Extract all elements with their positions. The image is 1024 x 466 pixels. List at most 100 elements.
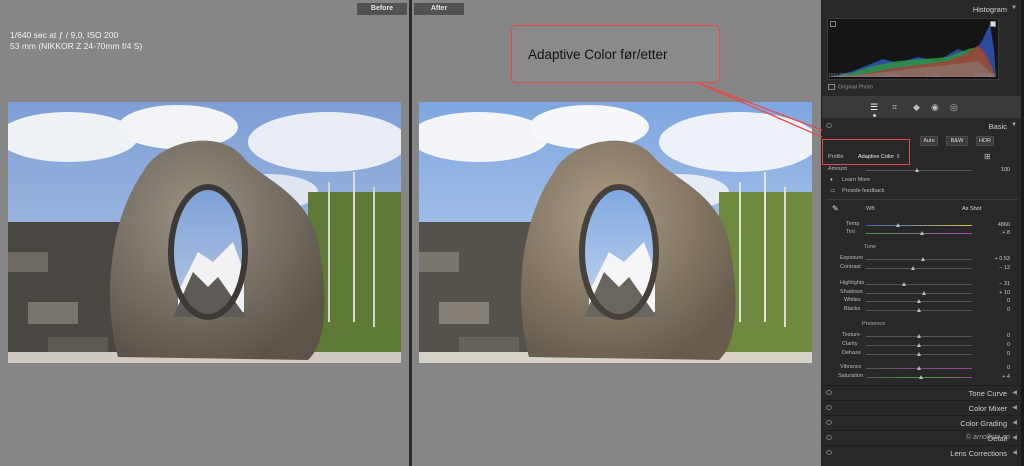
- wb-label: WB: [866, 206, 875, 212]
- texture-slider-thumb[interactable]: [917, 334, 921, 338]
- contrast-value[interactable]: − 12: [999, 265, 1010, 271]
- eyedropper-icon[interactable]: ✎: [832, 204, 839, 213]
- temp-slider-thumb[interactable]: [896, 223, 900, 227]
- before-view: Before 1/640 sec at ƒ / 9,0, ISO 200 53 …: [0, 0, 409, 466]
- expand-triangle-icon: ◀: [1012, 420, 1017, 426]
- highlights-value[interactable]: − 31: [999, 281, 1010, 287]
- clarity-slider-thumb[interactable]: [917, 343, 921, 347]
- saturation-slider-thumb[interactable]: [919, 375, 923, 379]
- original-photo-toggle[interactable]: Original Photo: [828, 84, 873, 90]
- after-photo: [419, 102, 812, 363]
- visibility-eye-icon[interactable]: [826, 435, 832, 440]
- histogram-header[interactable]: Histogram ▼: [822, 2, 1021, 16]
- clarity-value[interactable]: 0: [1007, 342, 1010, 348]
- tint-value[interactable]: + 8: [1002, 230, 1010, 236]
- temp-label: Temp: [846, 221, 860, 227]
- edit-sliders-icon[interactable]: ☰: [870, 102, 878, 113]
- dehaze-label: Dehaze: [842, 350, 861, 356]
- clarity-label: Clarity: [842, 341, 858, 347]
- temp-value[interactable]: 4860: [998, 222, 1010, 228]
- section-divider: [826, 199, 1018, 200]
- exif-lens: 53 mm (NIKKOR Z 24-70mm f/4 S): [10, 41, 143, 51]
- provide-feedback-link[interactable]: Provide feedback: [842, 188, 885, 194]
- contrast-slider-thumb[interactable]: [911, 266, 915, 270]
- expand-triangle-icon: ◀: [1012, 405, 1017, 411]
- blacks-slider[interactable]: [866, 308, 972, 312]
- visibility-eye-icon[interactable]: [826, 123, 832, 128]
- bw-button[interactable]: B&W: [946, 136, 968, 146]
- shadows-value[interactable]: + 10: [999, 290, 1010, 296]
- wb-dropdown[interactable]: As Shot: [962, 206, 981, 212]
- color-mixer-header[interactable]: Color Mixer ◀: [822, 400, 1021, 414]
- histo-iso: ISO 200: [829, 73, 848, 79]
- dehaze-slider-thumb[interactable]: [917, 352, 921, 356]
- exposure-slider-thumb[interactable]: [921, 257, 925, 261]
- dehaze-slider[interactable]: [866, 352, 972, 356]
- profile-highlight-box: [822, 139, 910, 165]
- dehaze-value[interactable]: 0: [1007, 351, 1010, 357]
- highlights-slider[interactable]: [866, 282, 972, 286]
- presence-label: Presence: [862, 321, 886, 327]
- lightbulb-icon: ♦: [830, 177, 833, 183]
- visibility-eye-icon[interactable]: [826, 450, 832, 455]
- temp-slider[interactable]: [866, 223, 972, 227]
- exif-overlay: 1/640 sec at ƒ / 9,0, ISO 200 53 mm (NIK…: [10, 30, 142, 52]
- whites-slider[interactable]: [866, 299, 972, 303]
- hdr-button[interactable]: HDR: [976, 136, 994, 146]
- basic-header[interactable]: Basic ▼: [822, 119, 1021, 133]
- histo-aperture: f / 9,0: [927, 73, 940, 79]
- color-grading-header[interactable]: Color Grading ◀: [822, 415, 1021, 429]
- contrast-slider[interactable]: [866, 266, 972, 270]
- blacks-slider-thumb[interactable]: [917, 308, 921, 312]
- texture-slider[interactable]: [866, 334, 972, 338]
- whites-value[interactable]: 0: [1007, 298, 1010, 304]
- visibility-eye-icon[interactable]: [826, 420, 832, 425]
- whites-slider-thumb[interactable]: [917, 299, 921, 303]
- tone-curve-header[interactable]: Tone Curve ◀: [822, 385, 1021, 399]
- lens-corrections-title: Lens Corrections: [950, 449, 1007, 458]
- before-label: Before: [357, 3, 407, 15]
- red-eye-icon[interactable]: ◉: [931, 102, 939, 113]
- clarity-slider[interactable]: [866, 343, 972, 347]
- blacks-label: Blacks: [844, 306, 861, 312]
- vibrance-slider-thumb[interactable]: [917, 366, 921, 370]
- amount-value[interactable]: 100: [1001, 167, 1010, 173]
- develop-panel: Histogram ▼ ISO 200 53 mm f / 9,0 1/640 …: [822, 0, 1024, 466]
- tint-slider[interactable]: [866, 231, 972, 235]
- texture-value[interactable]: 0: [1007, 333, 1010, 339]
- vibrance-value[interactable]: 0: [1007, 365, 1010, 371]
- histo-shutter: 1/640 sec: [974, 73, 996, 79]
- shadows-slider-thumb[interactable]: [922, 291, 926, 295]
- amount-slider-thumb[interactable]: [915, 168, 919, 172]
- color-mixer-title: Color Mixer: [968, 404, 1007, 413]
- lens-corrections-header[interactable]: Lens Corrections ◀: [822, 445, 1021, 459]
- vibrance-slider[interactable]: [866, 366, 972, 370]
- expand-triangle-icon: ◀: [1012, 390, 1017, 396]
- tool-strip: ☰ ⌗ ◆ ◉ ◎: [822, 96, 1021, 118]
- profile-browser-icon[interactable]: ⊞: [984, 152, 991, 161]
- healing-icon[interactable]: ◆: [913, 102, 920, 113]
- vibrance-label: Vibrance: [840, 364, 862, 370]
- visibility-eye-icon[interactable]: [826, 390, 832, 395]
- after-label: After: [414, 3, 464, 15]
- visibility-eye-icon[interactable]: [826, 405, 832, 410]
- exposure-value[interactable]: + 0.53: [995, 256, 1010, 262]
- texture-label: Texture: [842, 332, 861, 338]
- learn-more-link[interactable]: Learn More: [842, 177, 870, 183]
- feedback-icon: ▭: [830, 188, 836, 194]
- lightroom-window: Before 1/640 sec at ƒ / 9,0, ISO 200 53 …: [0, 0, 1024, 466]
- saturation-value[interactable]: + 4: [1002, 374, 1010, 380]
- masking-icon[interactable]: ◎: [950, 102, 958, 113]
- amount-slider[interactable]: [866, 168, 972, 172]
- blacks-value[interactable]: 0: [1007, 307, 1010, 313]
- saturation-slider[interactable]: [866, 375, 972, 379]
- exposure-slider[interactable]: [866, 257, 972, 261]
- auto-button[interactable]: Auto: [920, 136, 938, 146]
- whites-label: Whites: [844, 297, 861, 303]
- highlights-slider-thumb[interactable]: [902, 282, 906, 286]
- shadows-slider[interactable]: [866, 291, 972, 295]
- collapse-triangle-icon: ▼: [1011, 5, 1017, 11]
- crop-icon[interactable]: ⌗: [892, 102, 897, 113]
- amount-label: Amount: [828, 166, 847, 172]
- tint-slider-thumb[interactable]: [920, 231, 924, 235]
